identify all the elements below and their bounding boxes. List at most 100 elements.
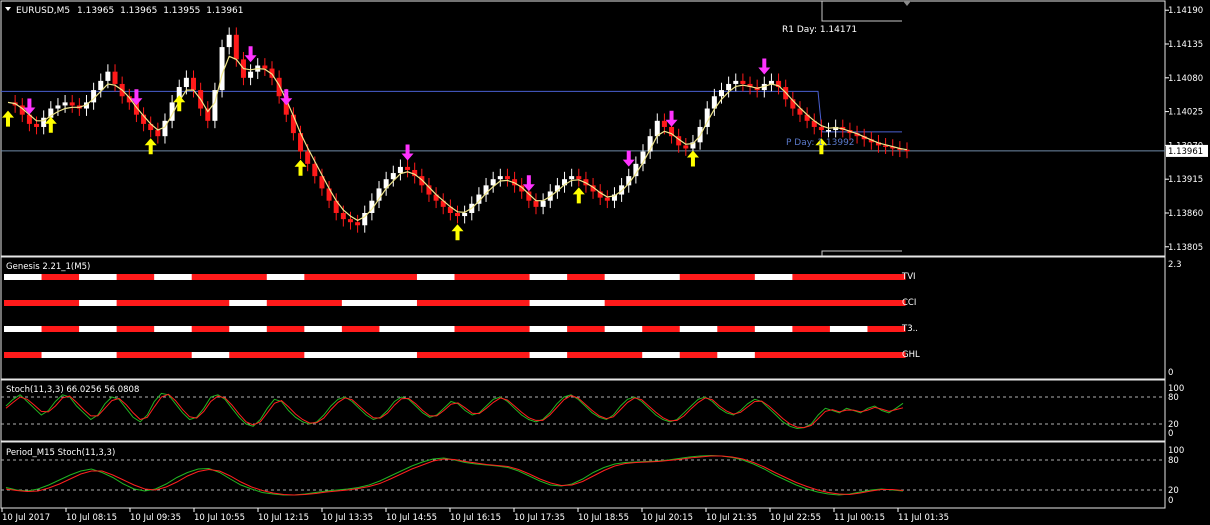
buy-arrow-icon (144, 138, 157, 155)
genesis-bar-segment (341, 300, 380, 306)
candle-body (248, 71, 254, 78)
y-tick-label: 1.14080 (1168, 74, 1203, 84)
genesis-bar-segment (792, 274, 831, 280)
buy-arrow-icon (2, 110, 14, 127)
genesis-bar-segment (416, 274, 455, 280)
candle-body (490, 179, 496, 186)
sell-arrow-icon (23, 98, 36, 115)
stoch1-main-line (5, 392, 904, 430)
genesis-bar-segment (754, 326, 793, 332)
sell-arrow-icon (401, 144, 414, 161)
sell-arrow-icon (665, 110, 678, 127)
candle-body (726, 83, 732, 91)
genesis-row-label: CCI (902, 298, 916, 308)
stoch2-signal-line (5, 455, 904, 496)
genesis-bar-segment (266, 274, 305, 280)
genesis-bar-segment (229, 300, 268, 306)
genesis-row-label: TVI (901, 272, 916, 282)
candle-body (455, 212, 460, 217)
stoch2-main-line (5, 454, 904, 496)
genesis-bar-segment (792, 300, 831, 306)
genesis-bar-segment (116, 300, 155, 306)
genesis-bar-segment (679, 326, 718, 332)
candle-body (55, 105, 61, 109)
genesis-bar-segment (492, 300, 531, 306)
genesis-bar-segment (41, 274, 80, 280)
genesis-bar-segment (642, 300, 681, 306)
genesis-title: Genesis 2.21_1(M5) (6, 262, 90, 272)
genesis-bar-segment (529, 300, 568, 306)
genesis-bar-segment (792, 326, 831, 332)
genesis-bar-segment (416, 300, 455, 306)
sell-arrow-icon (244, 46, 257, 63)
main-price-panel[interactable]: 1.141901.141351.140801.140251.139701.139… (0, 0, 1208, 257)
candle-body (183, 77, 189, 88)
genesis-bar-segment (304, 352, 343, 358)
genesis-indicator-panel[interactable]: 2.3 0 TVI CCI T3.. GHL (0, 256, 1182, 380)
genesis-y-tick: 0 (1168, 368, 1173, 378)
genesis-bar-segment (867, 300, 906, 306)
genesis-bar-segment (567, 300, 606, 306)
y-tick-label: 1.13805 (1168, 243, 1203, 253)
x-tick-label: 10 Jul 21:35 (706, 513, 757, 523)
buy-arrow-icon (572, 187, 585, 204)
genesis-row-label: GHL (902, 350, 920, 360)
candle-body (34, 123, 40, 127)
sell-arrow-icon (622, 150, 635, 167)
buy-arrow-icon (451, 224, 464, 241)
y-tick-label: 1.14135 (1168, 40, 1203, 50)
genesis-bar-segment (454, 326, 493, 332)
candle-body (504, 176, 510, 180)
x-tick-label: 10 Jul 14:55 (386, 513, 437, 523)
candle-body (340, 212, 346, 220)
genesis-bar-segment (116, 274, 155, 280)
s1-level-line (821, 250, 902, 256)
genesis-bar-segment (679, 300, 718, 306)
candle-body (62, 102, 68, 106)
genesis-bar-segment (454, 300, 493, 306)
x-tick-label: 10 Jul 10:55 (194, 513, 245, 523)
candle-body (683, 145, 689, 149)
genesis-bar-segment (341, 274, 380, 280)
genesis-bar-segment (529, 326, 568, 332)
genesis-bar-segment (379, 300, 418, 306)
candle-body (576, 176, 582, 180)
x-tick-label: 10 Jul 16:15 (450, 513, 501, 523)
x-tick-label: 10 Jul 13:35 (322, 513, 373, 523)
trading-chart[interactable]: 1.141901.141351.140801.140251.139701.139… (0, 0, 1210, 525)
genesis-bar-segment (79, 274, 118, 280)
r1-day-label: R1 Day: 1.14171 (782, 25, 857, 35)
pivot-day-label: P Day: 1.13992 (786, 138, 855, 148)
genesis-bar-segment (492, 352, 531, 358)
candle-body (661, 120, 667, 127)
candle-body (826, 130, 832, 132)
buy-arrow-icon (294, 159, 307, 176)
x-tick-label: 10 Jul 08:15 (66, 513, 117, 523)
candle-body (262, 65, 268, 69)
candle-body (226, 34, 232, 48)
genesis-bar-segment (604, 352, 643, 358)
genesis-bar-segment (604, 274, 643, 280)
genesis-bar-segment (116, 352, 155, 358)
sell-arrow-icon (758, 58, 771, 75)
candle-body (305, 151, 311, 164)
genesis-bar-segment (266, 326, 305, 332)
genesis-bar-segment (754, 274, 793, 280)
candle-body (276, 77, 282, 97)
stoch1-y-tick: 0 (1168, 429, 1173, 439)
stochastic-panel[interactable]: 10080200 (0, 379, 1184, 442)
genesis-bar-segment (717, 326, 756, 332)
candle-body (462, 212, 468, 217)
genesis-bar-segment (829, 352, 868, 358)
sell-arrow-icon (522, 175, 535, 192)
y-tick-label: 1.14190 (1168, 6, 1203, 16)
period-m15-stochastic-panel[interactable]: 10080 200 (0, 441, 1184, 509)
genesis-bar-segment (567, 274, 606, 280)
genesis-bar-segment (266, 352, 305, 358)
genesis-bar-segment (829, 274, 868, 280)
candle-body (347, 219, 353, 223)
menu-triangle-icon[interactable] (5, 7, 11, 11)
genesis-bar-segment (492, 274, 531, 280)
genesis-bar-segment (454, 274, 493, 280)
genesis-bar-segment (529, 352, 568, 358)
